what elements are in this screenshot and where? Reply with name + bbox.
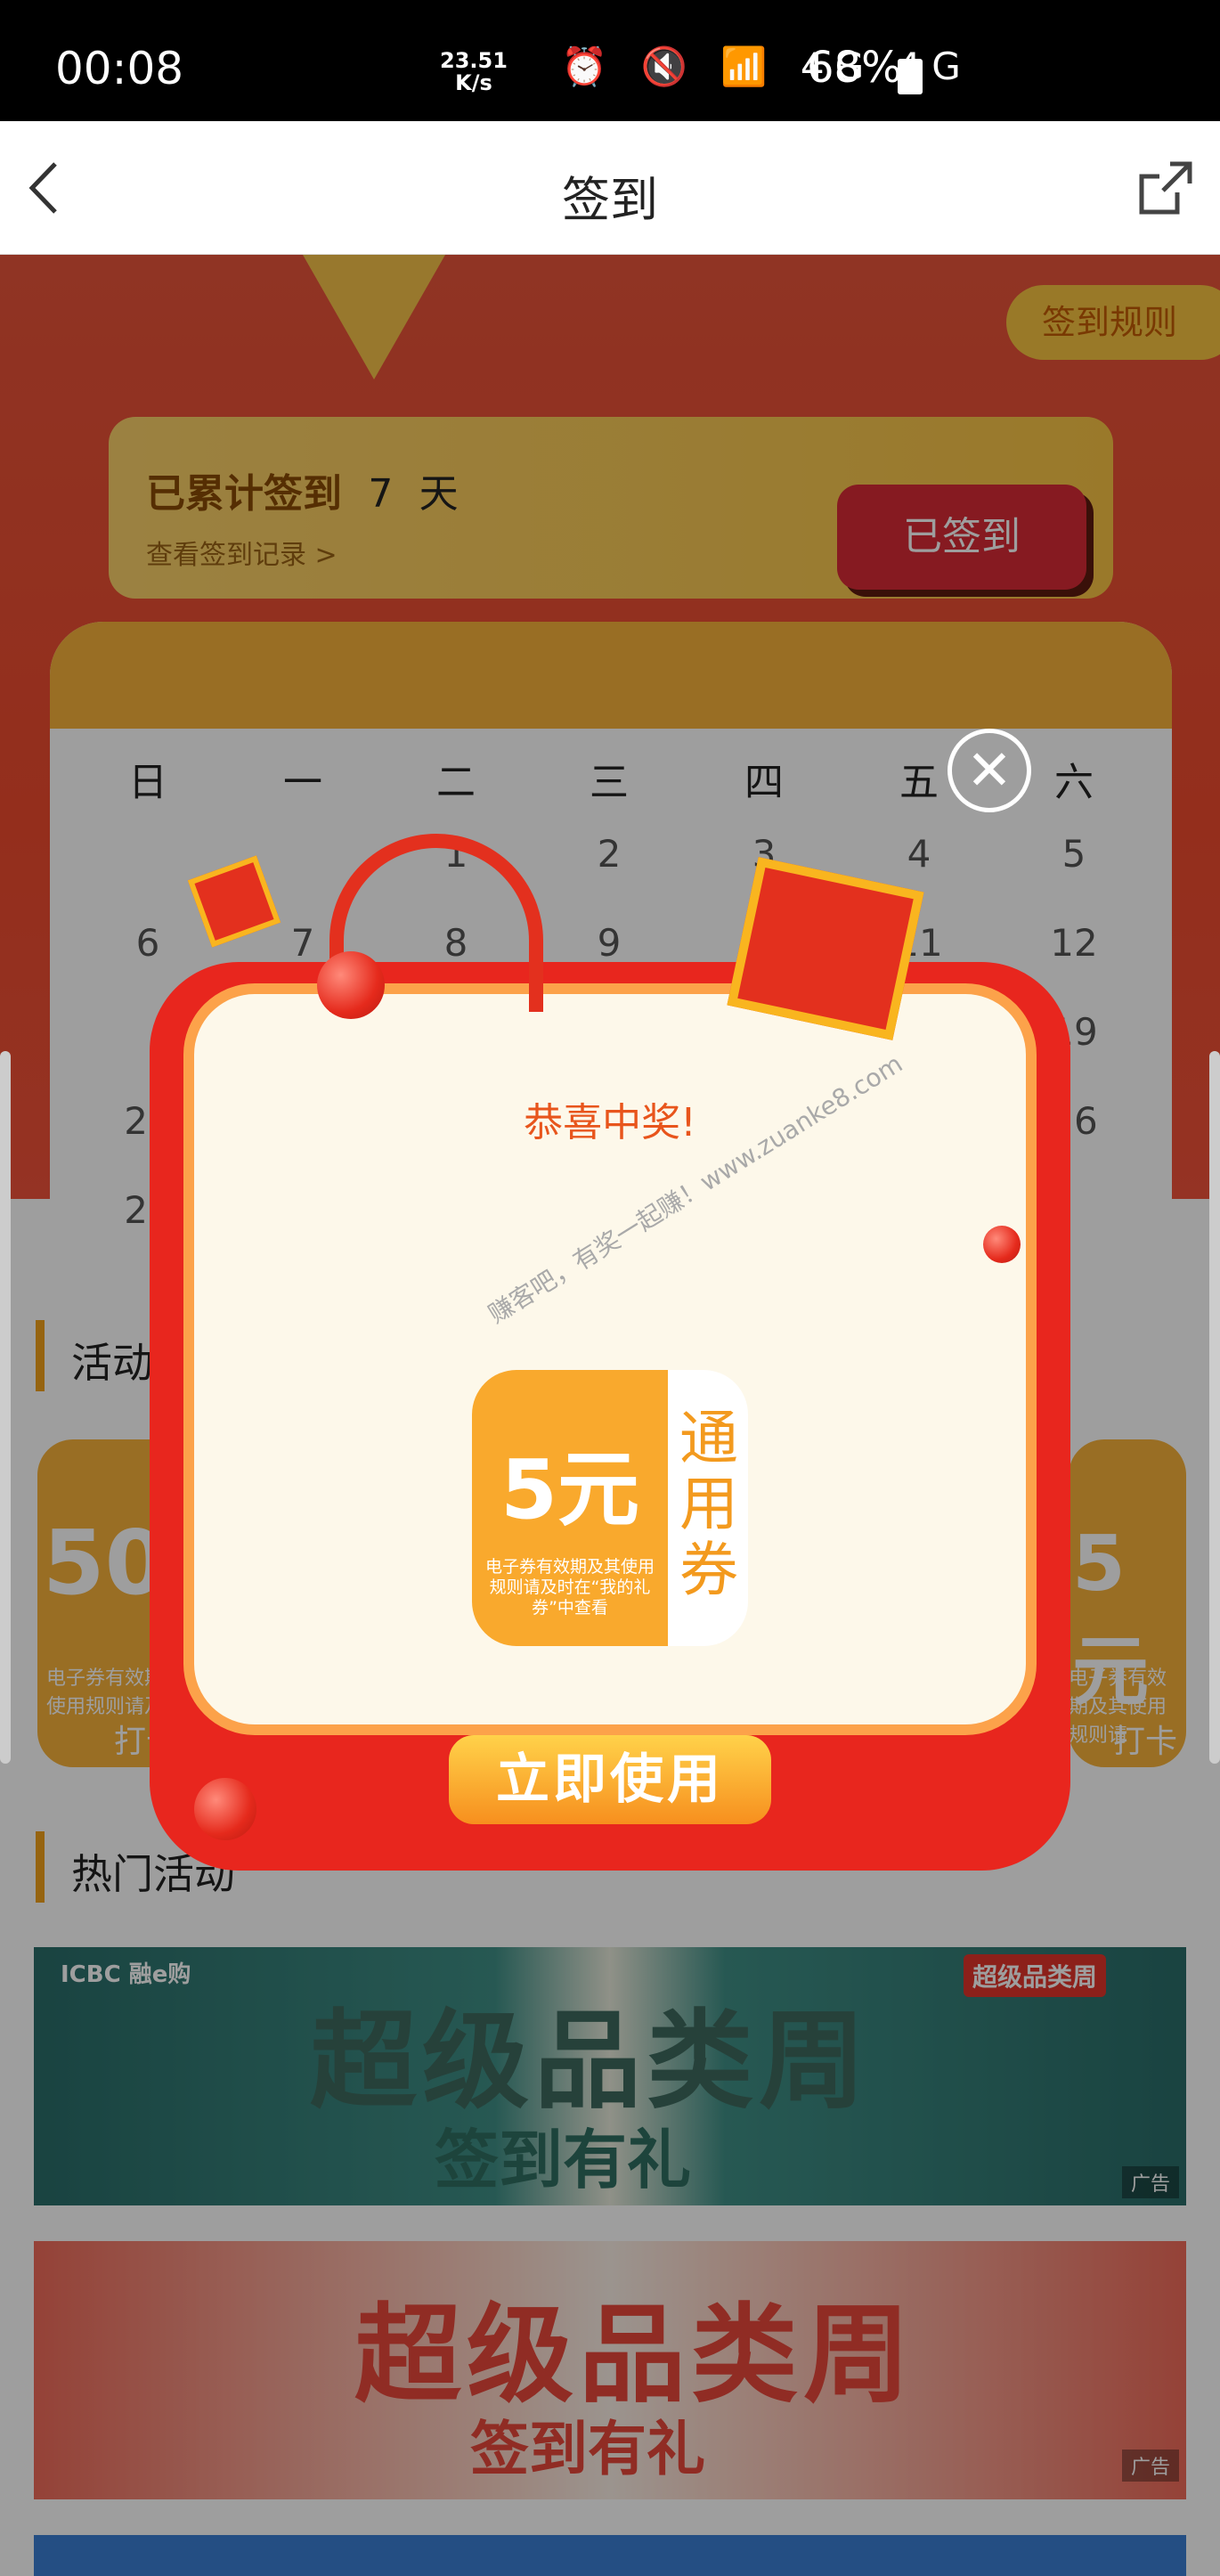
use-now-button[interactable]: 立即使用: [449, 1735, 771, 1824]
nav-bar: 签到: [0, 121, 1220, 255]
coupon-type: 通用券: [679, 1404, 738, 1604]
ball-decoration: [317, 951, 385, 1019]
close-button[interactable]: ✕: [948, 729, 1031, 812]
scrollbar-left: [0, 1051, 11, 1764]
status-bar: 00:08 23.51 K/s ⏰ 🔇 📶 4G 4G 68%: [0, 0, 1220, 121]
coupon-note: 电子券有效期及其使用规则请及时在“我的礼券”中查看: [484, 1557, 655, 1618]
coupon: 5元 电子券有效期及其使用规则请及时在“我的礼券”中查看 通用券: [472, 1370, 748, 1646]
battery-icon: [898, 59, 923, 94]
ball-decoration: [983, 1226, 1021, 1263]
congrats-text: 恭喜中奖!: [524, 1100, 696, 1145]
share-icon: [1139, 161, 1192, 215]
page-title: 签到: [562, 172, 658, 228]
scrollbar-right[interactable]: [1209, 1051, 1220, 1764]
network-speed: 23.51 K/s: [440, 48, 508, 95]
battery-percent: 68%: [807, 43, 902, 93]
status-time: 00:08: [55, 43, 184, 94]
share-button[interactable]: [1135, 157, 1197, 223]
close-icon: ✕: [966, 738, 1013, 803]
ball-decoration: [194, 1778, 256, 1840]
coupon-amount: 5元: [500, 1442, 639, 1537]
